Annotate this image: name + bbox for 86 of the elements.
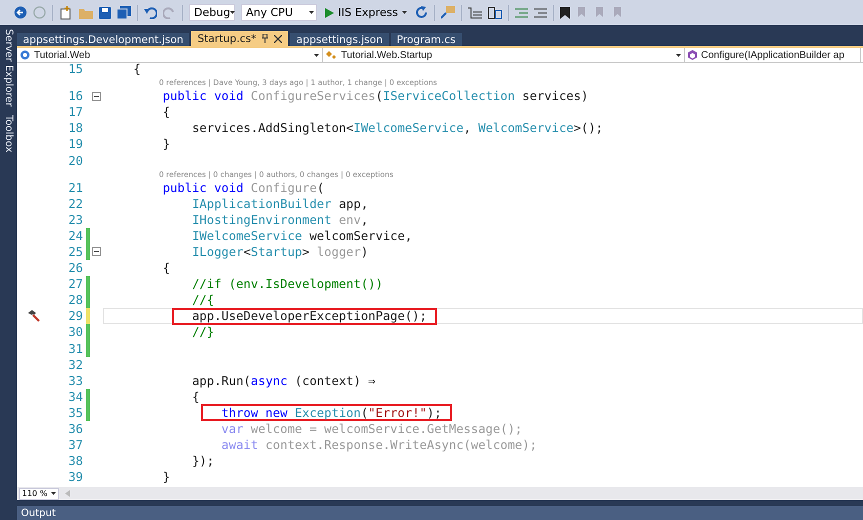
line-number: 25	[67, 244, 83, 259]
caret-icon	[309, 11, 314, 14]
member-dropdown[interactable]: Configure(IApplicationBuilder ap	[685, 48, 861, 62]
save-all-icon[interactable]	[117, 6, 131, 19]
code-line: }	[162, 137, 170, 152]
refresh-icon[interactable]	[414, 6, 428, 19]
line-number: 24	[67, 228, 83, 243]
line-number: 27	[67, 277, 83, 292]
document-tab[interactable]: Startup.cs*	[191, 31, 288, 46]
find-icon[interactable]	[440, 6, 455, 19]
document-tab[interactable]: Program.cs	[390, 33, 462, 46]
hammer-icon[interactable]	[27, 310, 40, 322]
undo-icon[interactable]	[144, 6, 157, 19]
document-tab[interactable]: appsettings.Development.json	[17, 33, 190, 46]
collapse-icon[interactable]	[92, 247, 101, 256]
code-line: //{	[192, 293, 214, 308]
caret-icon	[402, 11, 407, 14]
line-number: 33	[67, 374, 83, 388]
bookmark-icon[interactable]	[560, 6, 570, 18]
code-line: });	[192, 454, 214, 468]
play-icon	[325, 8, 334, 18]
class-icon	[326, 50, 337, 60]
line-number: 17	[67, 105, 83, 120]
line-number: 37	[67, 438, 83, 452]
line-number: 18	[67, 121, 83, 136]
line-number: 30	[67, 325, 83, 340]
line-number: 38	[67, 454, 83, 468]
caret-icon	[51, 492, 56, 495]
code-line: //if (env.IsDevelopment())	[192, 277, 383, 292]
panels-icon[interactable]	[488, 6, 502, 18]
code-line: {	[133, 63, 141, 76]
code-line: throw new Exception("Error!");	[221, 406, 442, 420]
new-item-icon[interactable]	[59, 6, 73, 20]
line-number: 16	[67, 89, 83, 104]
line-number: 35	[67, 406, 83, 420]
caret-icon	[314, 54, 319, 56]
code-line: IWelcomeService welcomService,	[192, 228, 412, 243]
caret-icon	[676, 54, 681, 56]
line-number: 20	[67, 154, 83, 168]
back-icon[interactable]	[14, 6, 27, 19]
configuration-dropdown[interactable]: Debug	[189, 4, 235, 21]
code-line: var welcome = welcomService.GetMessage();	[221, 422, 522, 436]
platform-dropdown[interactable]: Any CPU	[241, 4, 317, 21]
code-line: public void ConfigureServices(IServiceCollection services)	[162, 89, 588, 104]
project-dropdown[interactable]: Tutorial.Web	[17, 48, 323, 62]
code-line: services.AddSingleton<IWelcomeService, WelcomService>();	[192, 121, 603, 136]
close-icon[interactable]	[274, 34, 282, 42]
line-number: 19	[67, 137, 83, 152]
caret-icon	[230, 11, 236, 14]
comment-lines-icon[interactable]	[514, 6, 528, 18]
line-number: 31	[67, 342, 83, 356]
side-tab[interactable]: Toolbox	[3, 114, 14, 152]
code-line: public void Configure(	[162, 180, 324, 195]
run-button[interactable]: IIS Express	[323, 6, 409, 19]
code-line: await context.Response.WriteAsync(welcome);	[221, 438, 537, 452]
line-number: 36	[67, 422, 83, 436]
code-line: //}	[192, 325, 214, 340]
line-number: 34	[67, 390, 83, 404]
line-number: 21	[67, 180, 83, 195]
save-icon[interactable]	[99, 6, 111, 18]
line-number: 29	[67, 309, 83, 324]
code-line: IHostingEnvironment env,	[192, 212, 368, 227]
code-line: app.UseDeveloperExceptionPage();	[192, 309, 427, 324]
code-line: {	[192, 390, 200, 404]
code-line: {	[162, 261, 170, 276]
collapse-icon[interactable]	[92, 92, 101, 101]
side-tab[interactable]: Server Explorer	[3, 29, 14, 107]
line-number: 23	[67, 212, 83, 227]
line-number: 15	[67, 63, 83, 76]
pin-icon[interactable]	[261, 34, 270, 43]
line-number: 32	[67, 358, 83, 372]
line-number: 26	[67, 261, 83, 276]
line-number: 28	[67, 293, 83, 308]
uncomment-lines-icon[interactable]	[534, 6, 547, 18]
code-line: {	[162, 105, 170, 120]
code-line: app.Run(async (context) ⇒	[192, 374, 376, 388]
code-line: ILogger<Startup> logger)	[192, 244, 368, 259]
document-tab[interactable]: appsettings.json	[290, 33, 389, 46]
line-number: 39	[67, 470, 83, 484]
line-number: 22	[67, 196, 83, 211]
type-dropdown[interactable]: Tutorial.Web.Startup	[323, 48, 685, 62]
output-panel-title: Output	[17, 506, 863, 520]
zoom-dropdown[interactable]: 110 %	[19, 488, 59, 500]
indent-icon[interactable]	[468, 6, 482, 18]
code-line: }	[162, 470, 170, 484]
code-line: IApplicationBuilder app,	[192, 196, 368, 211]
